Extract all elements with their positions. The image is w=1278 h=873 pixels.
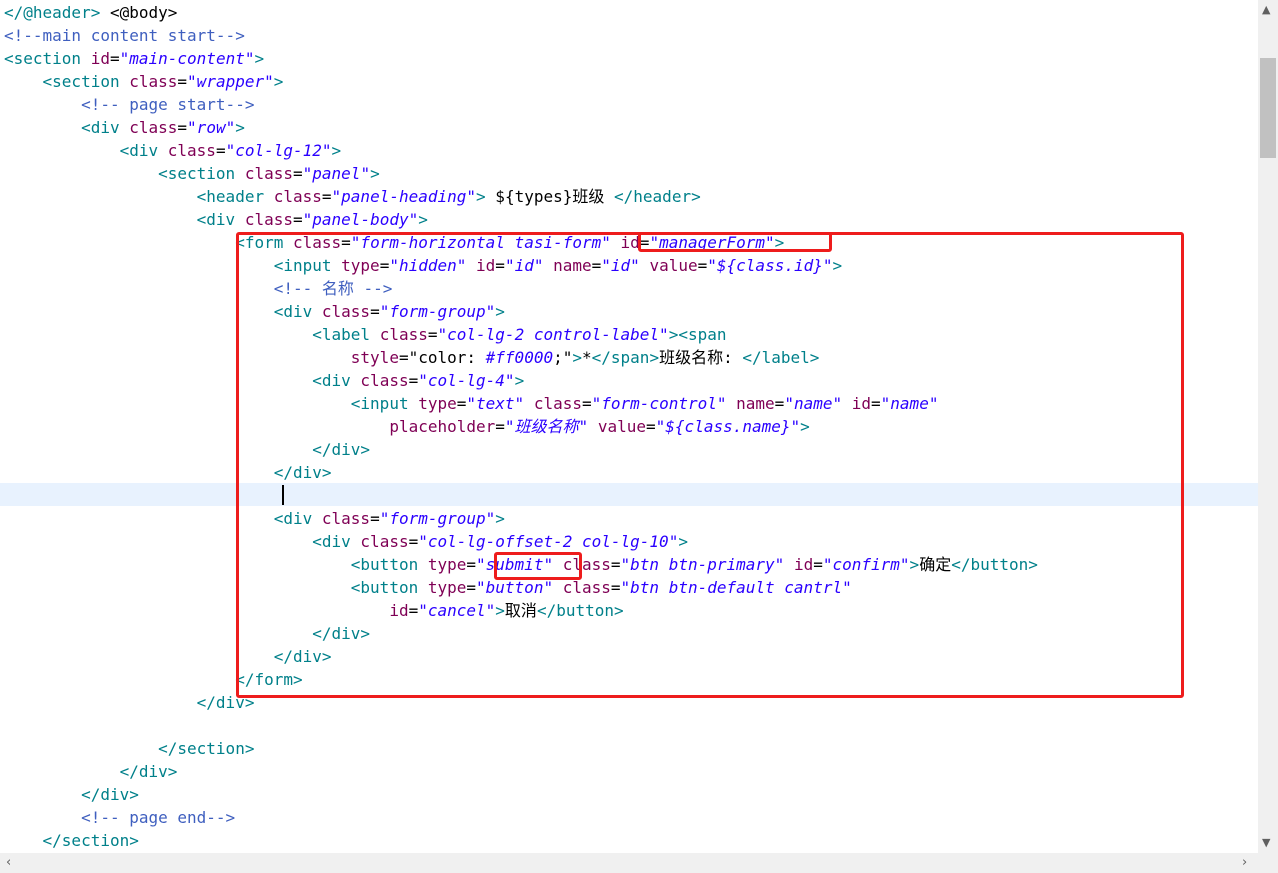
code-token: > — [476, 187, 486, 206]
code-token: id — [90, 49, 110, 68]
code-line: </div> — [4, 691, 255, 714]
code-line: <div class="col-lg-12"> — [4, 139, 342, 162]
code-token: <!--main content start--> — [4, 26, 245, 45]
code-line: <header class="panel-heading"> ${types}班… — [4, 185, 701, 208]
code-token: <section — [158, 164, 245, 183]
code-token: = — [321, 187, 332, 206]
code-token: > — [235, 118, 245, 137]
code-line: <section class="wrapper"> — [4, 70, 284, 93]
code-token: class — [273, 187, 322, 206]
scroll-down-icon[interactable]: ▼ — [1262, 836, 1270, 849]
code-token: </div> — [81, 785, 139, 804]
annotation-form-box — [236, 232, 1184, 698]
code-token: </div> — [119, 762, 178, 781]
scroll-right-icon[interactable]: › — [1242, 855, 1247, 870]
code-token: "panel" — [302, 164, 371, 183]
code-token: > — [273, 72, 284, 91]
code-token: "main-content" — [119, 49, 255, 68]
code-line: <div class="panel-body"> — [4, 208, 428, 231]
code-token: > — [370, 164, 380, 183]
code-line: </div> — [4, 783, 139, 806]
vertical-scroll-thumb[interactable] — [1260, 58, 1276, 158]
code-editor[interactable]: </@header> <@body> <!--main content start… — [0, 0, 1258, 853]
code-token: = — [293, 164, 303, 183]
code-token: <header — [196, 187, 274, 206]
code-token: <section — [42, 72, 130, 91]
scroll-left-icon[interactable]: ‹ — [6, 855, 11, 870]
code-token: </section> — [42, 831, 139, 850]
code-token: class — [129, 72, 178, 91]
code-token: "panel-heading" — [331, 187, 477, 206]
code-token: <div — [196, 210, 245, 229]
annotation-submit-box — [494, 552, 582, 580]
code-token: = — [177, 72, 188, 91]
code-token: class — [129, 118, 178, 137]
code-token: > — [331, 141, 342, 160]
scrollbar-corner — [1258, 853, 1278, 873]
code-token: ${types}班级 — [485, 187, 615, 206]
code-token: </@header> — [4, 3, 110, 22]
annotation-id-managerform-box — [638, 232, 832, 252]
code-token: </header> — [614, 187, 701, 206]
code-token: <!-- page start--> — [81, 95, 255, 114]
code-token: > — [418, 210, 428, 229]
code-token: "row" — [187, 118, 236, 137]
code-line: </section> — [4, 829, 139, 852]
code-token: <div — [119, 141, 168, 160]
code-token: = — [293, 210, 303, 229]
code-line: <!--main content start--> — [4, 24, 245, 47]
code-line: <div class="row"> — [4, 116, 245, 139]
code-token: = — [109, 49, 120, 68]
code-token: > — [254, 49, 265, 68]
code-line: </@header> <@body> — [4, 1, 177, 24]
code-line: <!-- page end--> — [4, 806, 235, 829]
code-token: </section> — [158, 739, 255, 758]
code-token: class — [167, 141, 216, 160]
code-token: "wrapper" — [187, 72, 274, 91]
code-token: <section — [4, 49, 91, 68]
code-token: class — [244, 210, 293, 229]
code-token: class — [244, 164, 293, 183]
code-line: <section id="main-content"> — [4, 47, 264, 70]
scroll-up-icon[interactable]: ▲ — [1262, 3, 1270, 16]
code-token: "panel-body" — [302, 210, 419, 229]
code-line: <!-- page start--> — [4, 93, 254, 116]
code-token: = — [215, 141, 226, 160]
vertical-scrollbar[interactable]: ▲ ▼ — [1258, 0, 1278, 853]
horizontal-scrollbar[interactable]: ‹ › — [0, 853, 1258, 873]
code-line: </div> — [4, 760, 178, 783]
code-token: <div — [81, 118, 130, 137]
code-line: <section class="panel"> — [4, 162, 380, 185]
code-token: <@body> — [109, 3, 178, 22]
code-line: </section> — [4, 737, 254, 760]
code-token: = — [177, 118, 188, 137]
code-token: <!-- page end--> — [81, 808, 236, 827]
code-token: "col-lg-12" — [225, 141, 332, 160]
